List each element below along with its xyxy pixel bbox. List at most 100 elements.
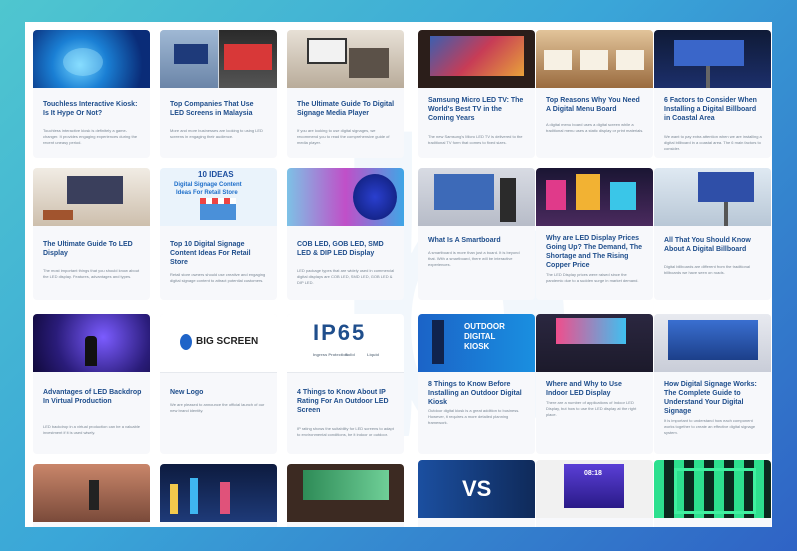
article-title[interactable]: All That You Should Know About A Digital…: [664, 236, 763, 254]
article-title[interactable]: Top 10 Digital Signage Content Ideas For…: [170, 240, 269, 267]
signage-works-thumbnail: [654, 314, 771, 372]
article-title[interactable]: Samsung Micro LED TV: The World's Best T…: [428, 96, 527, 123]
kiosk-thumbnail: [33, 30, 150, 88]
thumb-subheading: Ideas For Retail Store: [176, 190, 238, 196]
article-card[interactable]: 6 Factors to Consider When Installing a …: [654, 30, 771, 158]
ip-caption: Liquid: [367, 352, 379, 357]
article-excerpt: The LED Display prices were raised since…: [546, 272, 639, 283]
coastal-billboard-thumbnail: [654, 30, 771, 88]
big-screen-logo-thumbnail: BIG SCREEN: [160, 314, 277, 373]
led-types-thumbnail: [287, 168, 404, 226]
media-player-thumbnail: [287, 30, 404, 88]
article-excerpt: There are a number of applications of In…: [546, 400, 637, 417]
article-title[interactable]: Advantages of LED Backdrop In Virtual Pr…: [43, 388, 142, 406]
article-excerpt: It is important to understand how each c…: [664, 418, 756, 435]
thumb-subheading: Digital Signage Content: [174, 182, 242, 188]
article-card[interactable]: Top Reasons Why You Need A Digital Menu …: [536, 30, 653, 158]
content-ideas-thumbnail: 10 IDEAS Digital Signage Content Ideas F…: [160, 168, 277, 226]
article-excerpt: Outdoor digital kiosk is a great additio…: [428, 408, 520, 425]
article-title[interactable]: 8 Things to Know Before Installing an Ou…: [428, 380, 527, 407]
article-card[interactable]: The Ultimate Guide To Digital Signage Me…: [287, 30, 404, 158]
article-title[interactable]: COB LED, GOB LED, SMD LED & DIP LED Disp…: [297, 240, 396, 258]
indoor-led-thumbnail: [536, 314, 653, 372]
city-lights-thumbnail: [536, 168, 653, 226]
thumb-heading: OUTDOOR: [464, 322, 505, 331]
article-title[interactable]: What Is A Smartboard: [428, 236, 527, 245]
article-excerpt: We want to pay extra attention when we a…: [664, 134, 762, 151]
brand-name: BIG SCREEN: [196, 336, 259, 347]
article-title[interactable]: Touchless Interactive Kiosk: Is It Hype …: [43, 100, 142, 118]
article-card[interactable]: Advantages of LED Backdrop In Virtual Pr…: [33, 314, 150, 454]
article-title[interactable]: Why are LED Display Prices Going Up? The…: [546, 234, 645, 270]
billboard-thumbnail: [654, 168, 771, 226]
article-card[interactable]: OUTDOOR DIGITAL KIOSK 8 Things to Know B…: [418, 314, 535, 454]
article-card[interactable]: [160, 464, 277, 527]
micro-led-tv-thumbnail: [418, 30, 535, 88]
virtual-production-thumbnail: [33, 314, 150, 372]
article-excerpt: More and more businesses are looking to …: [170, 128, 263, 139]
article-title[interactable]: New Logo: [170, 388, 269, 397]
article-excerpt: A smartboard is more than just a board. …: [428, 250, 520, 267]
article-excerpt: IP rating shows the suitability for LED …: [297, 426, 394, 437]
article-card[interactable]: 10 IDEAS Digital Signage Content Ideas F…: [160, 168, 277, 300]
thumb-heading: DIGITAL: [464, 332, 496, 341]
article-card[interactable]: Why are LED Display Prices Going Up? The…: [536, 168, 653, 300]
article-card[interactable]: All That You Should Know About A Digital…: [654, 168, 771, 300]
article-excerpt: We are pleased to announce the official …: [170, 402, 265, 413]
clock-text: 08:18: [584, 470, 602, 477]
article-card[interactable]: IP65 Ingress Protection Solid Liquid 4 T…: [287, 314, 404, 454]
article-card[interactable]: [33, 464, 150, 527]
article-title[interactable]: Where and Why to Use Indoor LED Display: [546, 380, 645, 398]
ip-caption: Ingress Protection: [313, 352, 349, 357]
city-night-thumbnail: [160, 464, 277, 522]
vs-label: VS: [462, 476, 492, 501]
vs-thumbnail: VS: [418, 460, 535, 518]
article-card[interactable]: COB LED, GOB LED, SMD LED & DIP LED Disp…: [287, 168, 404, 300]
article-excerpt: LED backdrop in a virtual production can…: [43, 424, 140, 435]
smartboard-thumbnail: [418, 168, 535, 226]
article-card[interactable]: The Ultimate Guide To LED Display The mo…: [33, 168, 150, 300]
article-excerpt: Digital billboards are different from th…: [664, 264, 750, 275]
article-excerpt: If you are looking to use digital signag…: [297, 128, 390, 145]
article-card[interactable]: Touchless Interactive Kiosk: Is It Hype …: [33, 30, 150, 158]
outdoor-kiosk-thumbnail: OUTDOOR DIGITAL KIOSK: [418, 314, 535, 372]
article-title[interactable]: The Ultimate Guide To LED Display: [43, 240, 142, 258]
article-excerpt: The most important things that you shoul…: [43, 268, 140, 279]
display-screen-thumbnail: 08:18: [536, 460, 653, 518]
thumb-heading: KIOSK: [464, 342, 490, 351]
article-card[interactable]: [287, 464, 404, 527]
led-screens-thumbnail: [160, 30, 277, 88]
article-title[interactable]: 4 Things to Know About IP Rating For An …: [297, 388, 396, 415]
article-title[interactable]: 6 Factors to Consider When Installing a …: [664, 96, 763, 123]
article-card[interactable]: VS: [418, 460, 535, 527]
article-card[interactable]: What Is A Smartboard A smartboard is mor…: [418, 168, 535, 300]
article-excerpt: LED package types that are widely used i…: [297, 268, 395, 285]
ip65-thumbnail: IP65 Ingress Protection Solid Liquid: [287, 314, 404, 373]
article-excerpt: A digital menu board uses a digital scre…: [546, 122, 644, 133]
brand-logo-icon: [180, 334, 192, 350]
article-card[interactable]: Where and Why to Use Indoor LED Display …: [536, 314, 653, 454]
article-title[interactable]: How Digital Signage Works: The Complete …: [664, 380, 763, 416]
article-card[interactable]: [654, 460, 771, 527]
presentation-thumbnail: [33, 464, 150, 522]
thumb-heading: 10 IDEAS: [198, 170, 234, 179]
article-title[interactable]: Top Companies That Use LED Screens in Ma…: [170, 100, 269, 118]
article-excerpt: Touchless interactive kiosk is definitel…: [43, 128, 138, 145]
article-excerpt: Retail store owners should use creative …: [170, 272, 266, 283]
ip-code: IP65: [313, 320, 367, 345]
article-grid: Touchless Interactive Kiosk: Is It Hype …: [25, 22, 772, 527]
article-excerpt: The new Samsung's Micro LED TV is delive…: [428, 134, 523, 145]
led-display-room-thumbnail: [33, 168, 150, 226]
article-title[interactable]: Top Reasons Why You Need A Digital Menu …: [546, 96, 645, 114]
article-card[interactable]: How Digital Signage Works: The Complete …: [654, 314, 771, 454]
article-card[interactable]: Samsung Micro LED TV: The World's Best T…: [418, 30, 535, 158]
article-card[interactable]: BIG SCREEN New Logo We are pleased to an…: [160, 314, 277, 454]
menu-board-thumbnail: [536, 30, 653, 88]
article-title[interactable]: The Ultimate Guide To Digital Signage Me…: [297, 100, 396, 118]
article-card[interactable]: 08:18: [536, 460, 653, 527]
led-wall-room-thumbnail: [287, 464, 404, 522]
ip-caption: Solid: [345, 352, 355, 357]
article-grid-frame: b Touchless Interactive Kiosk: Is It Hyp…: [25, 22, 772, 527]
article-card[interactable]: Top Companies That Use LED Screens in Ma…: [160, 30, 277, 158]
infinity-tiles-thumbnail: [654, 460, 771, 518]
